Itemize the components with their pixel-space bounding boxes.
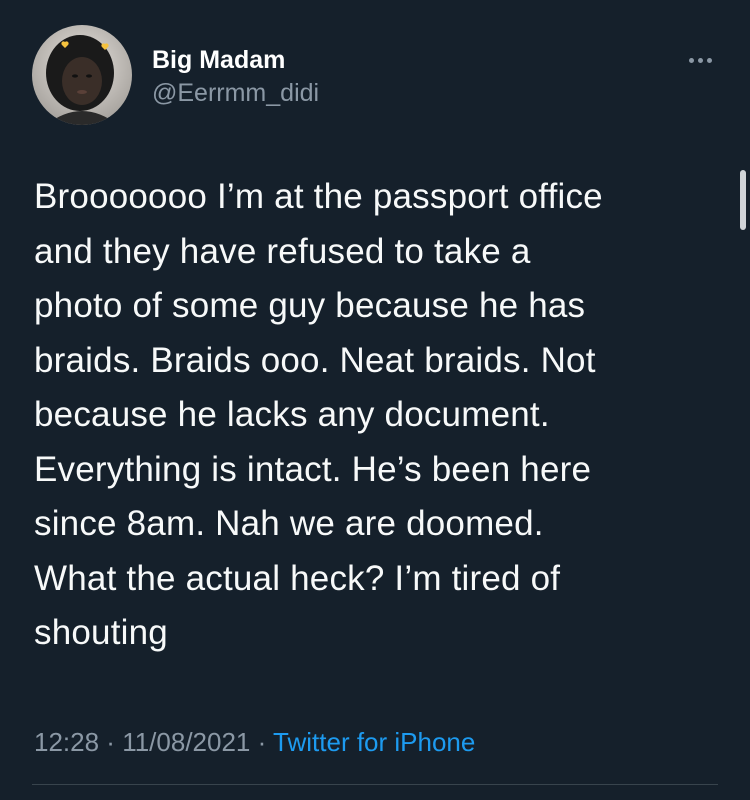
tweet-text: Brooooooo I’m at the passport office and… bbox=[34, 170, 704, 661]
separator: · bbox=[250, 727, 274, 757]
display-name[interactable]: Big Madam bbox=[152, 45, 319, 75]
tweet-text-line: Brooooooo I’m at the passport office bbox=[34, 177, 603, 216]
tweet-text-line: braids. Braids ooo. Neat braids. Not bbox=[34, 340, 596, 380]
dot bbox=[688, 57, 694, 63]
dot bbox=[697, 57, 703, 63]
tweet-text-line: and they have refused to take a bbox=[34, 231, 531, 271]
avatar[interactable] bbox=[32, 25, 132, 125]
tweet-meta: 12:28 · 11/08/2021 · Twitter for iPhone bbox=[34, 725, 475, 759]
tweet-source-link[interactable]: Twitter for iPhone bbox=[273, 727, 475, 757]
tweet-text-line: since 8am. Nah we are doomed. bbox=[34, 504, 544, 543]
tweet-text-line: What the actual heck? I’m tired of bbox=[34, 558, 561, 598]
tweet-card: Big Madam @Eerrmm_didi Brooooooo I’m at … bbox=[0, 0, 750, 800]
tweet-date[interactable]: 11/08/2021 bbox=[122, 727, 250, 757]
tweet-text-line: photo of some guy because he has bbox=[34, 286, 586, 325]
scrollbar[interactable] bbox=[740, 170, 746, 230]
separator: · bbox=[99, 727, 123, 757]
divider bbox=[32, 784, 718, 785]
tweet-text-line: because he lacks any document. bbox=[34, 395, 550, 434]
tweet-text-line: shouting bbox=[34, 613, 168, 652]
user-info: Big Madam @Eerrmm_didi bbox=[152, 45, 319, 109]
tweet-time[interactable]: 12:28 bbox=[34, 727, 99, 757]
dot bbox=[706, 57, 712, 63]
user-handle[interactable]: @Eerrmm_didi bbox=[152, 77, 319, 109]
more-options-icon[interactable] bbox=[680, 48, 720, 72]
tweet-text-line: Everything is intact. He’s been here bbox=[34, 449, 592, 489]
profile-avatar-icon bbox=[32, 25, 132, 125]
tweet-header: Big Madam @Eerrmm_didi bbox=[32, 25, 319, 125]
